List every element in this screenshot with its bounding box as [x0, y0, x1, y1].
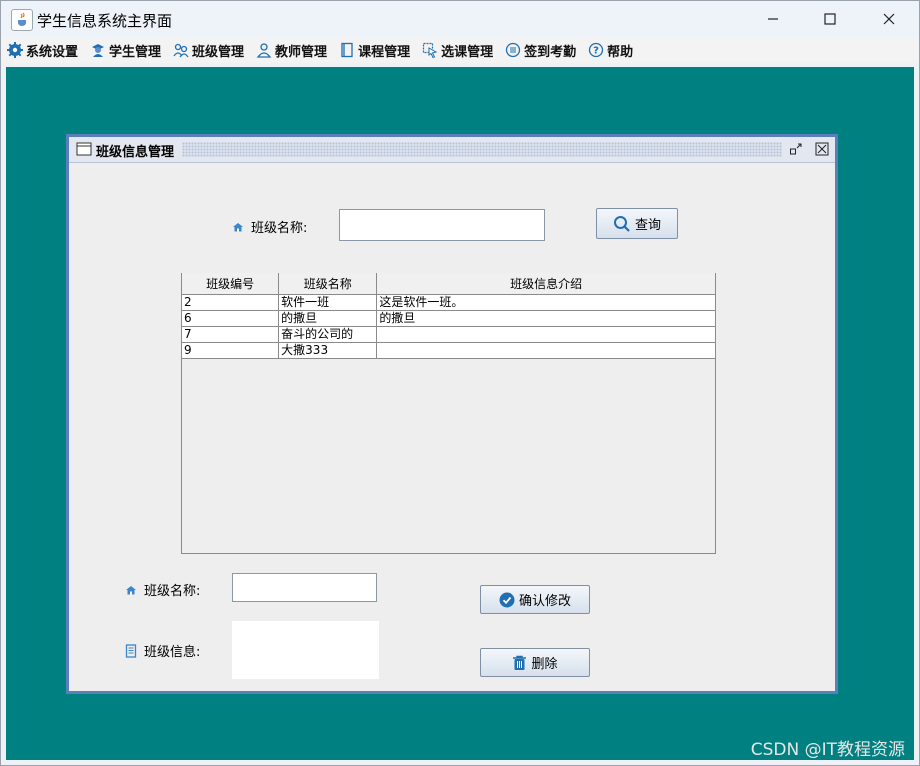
- svg-text:?: ?: [593, 46, 599, 57]
- frame-title-bar[interactable]: 班级信息管理: [69, 137, 835, 163]
- select-icon: [422, 42, 438, 58]
- close-icon: [883, 13, 895, 25]
- edit-class-info-label: 班级信息:: [125, 641, 200, 660]
- maximize-icon: [824, 13, 836, 25]
- frame-window-icon: [76, 142, 92, 156]
- search-class-name-input[interactable]: [339, 209, 545, 241]
- student-icon: [92, 44, 105, 57]
- cell-class-id[interactable]: 6: [180, 310, 280, 327]
- minimize-icon: [768, 18, 778, 20]
- maximize-button[interactable]: [802, 1, 858, 37]
- class-icon: [173, 43, 189, 58]
- cell-class-name[interactable]: 软件一班: [278, 294, 378, 311]
- menu-class-management[interactable]: 班级管理: [167, 37, 250, 63]
- check-circle-icon: [499, 592, 515, 607]
- help-icon: ?: [588, 42, 604, 58]
- table-row[interactable]: 7 奋斗的公司的: [180, 326, 716, 343]
- window-title: 学生信息系统主界面: [37, 12, 173, 30]
- main-window: 学生信息系统主界面 系统设置 学生管理 班级管理 教师管理 课程管理 选课管理 …: [0, 0, 920, 766]
- course-icon: [341, 42, 353, 58]
- cell-class-id[interactable]: 7: [180, 326, 280, 343]
- minimize-button[interactable]: [745, 1, 801, 37]
- class-house-icon: [233, 222, 243, 231]
- menu-teacher-management[interactable]: 教师管理: [250, 37, 333, 63]
- close-button[interactable]: [861, 1, 917, 37]
- edit-class-info-textarea[interactable]: [232, 621, 379, 679]
- delete-button[interactable]: 删除: [480, 648, 590, 677]
- trash-icon: [513, 655, 527, 670]
- gear-icon: [7, 42, 23, 58]
- cell-class-name[interactable]: 大撒333: [278, 342, 378, 359]
- confirm-modify-button[interactable]: 确认修改: [480, 585, 590, 614]
- class-info-frame: 班级信息管理 班级名称: 查询 班级编号 班级名称 班级信息介绍 2 软件一班 …: [66, 134, 838, 694]
- teacher-icon: [256, 43, 272, 58]
- menu-help[interactable]: ? 帮助: [582, 37, 639, 63]
- cell-class-intro[interactable]: [376, 326, 716, 343]
- menu-course-management[interactable]: 课程管理: [333, 37, 416, 63]
- edit-class-name-label: 班级名称:: [125, 580, 200, 599]
- column-header-class-id[interactable]: 班级编号: [180, 273, 280, 295]
- class-house-icon: [126, 585, 136, 594]
- java-app-icon: [11, 9, 33, 31]
- search-icon: [613, 215, 630, 232]
- cell-class-id[interactable]: 2: [180, 294, 280, 311]
- table-row[interactable]: 9 大撒333: [180, 342, 716, 359]
- search-class-name-label: 班级名称:: [232, 217, 307, 236]
- menu-attendance[interactable]: 签到考勤: [499, 37, 582, 63]
- class-table: 班级编号 班级名称 班级信息介绍 2 软件一班 这是软件一班。 6 的撒旦 的撒…: [180, 273, 716, 359]
- frame-title: 班级信息管理: [96, 145, 175, 160]
- csdn-watermark: CSDN @IT教程资源: [750, 740, 905, 760]
- edit-class-name-input[interactable]: [232, 573, 377, 602]
- menu-system-settings[interactable]: 系统设置: [1, 37, 84, 63]
- cell-class-intro[interactable]: 这是软件一班。: [376, 294, 716, 311]
- attendance-icon: [505, 42, 521, 58]
- cell-class-name[interactable]: 奋斗的公司的: [278, 326, 378, 343]
- column-header-class-name[interactable]: 班级名称: [278, 273, 378, 295]
- cell-class-name[interactable]: 的撒旦: [278, 310, 378, 327]
- restore-icon[interactable]: [789, 142, 803, 156]
- title-bar-texture: [182, 142, 782, 157]
- menu-student-management[interactable]: 学生管理: [84, 37, 167, 63]
- frame-close-icon[interactable]: [815, 142, 829, 156]
- column-header-class-intro[interactable]: 班级信息介绍: [376, 273, 716, 295]
- table-row[interactable]: 6 的撒旦 的撒旦: [180, 310, 716, 327]
- info-document-icon: [125, 643, 137, 658]
- cell-class-intro[interactable]: 的撒旦: [376, 310, 716, 327]
- query-button[interactable]: 查询: [596, 208, 678, 239]
- table-row[interactable]: 2 软件一班 这是软件一班。: [180, 294, 716, 311]
- title-bar: 学生信息系统主界面: [1, 1, 919, 37]
- menu-course-selection[interactable]: 选课管理: [416, 37, 499, 63]
- table-header-row: 班级编号 班级名称 班级信息介绍: [180, 273, 716, 295]
- cell-class-intro[interactable]: [376, 342, 716, 359]
- menu-bar: 系统设置 学生管理 班级管理 教师管理 课程管理 选课管理 签到考勤 ? 帮助: [1, 37, 919, 63]
- cell-class-id[interactable]: 9: [180, 342, 280, 359]
